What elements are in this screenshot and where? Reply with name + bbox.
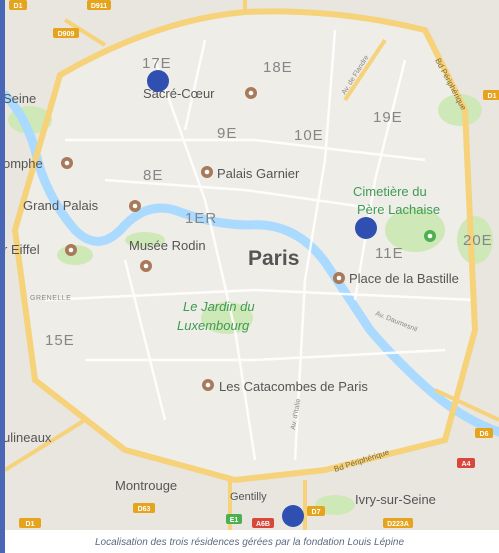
place-label-montrouge: Montrouge [115,478,177,493]
landmark-icon-eiffel [65,244,77,256]
place-label-palais-garnier: Palais Garnier [217,166,300,181]
arrondissement-label: 15E [45,332,75,349]
road-shield-a6b: A6B [252,518,274,528]
place-label-eiffel: r Eiffel [5,242,40,257]
park-label-pere-lachaise-1: Cimetière du [353,184,427,199]
svg-text:D63: D63 [138,506,151,513]
road-shield-d1-left: D1 [19,518,41,528]
arrondissement-label: 20E [463,232,493,249]
arrondissement-label: 18E [263,59,293,76]
svg-text:A6B: A6B [256,521,270,528]
place-label-catacombes: Les Catacombes de Paris [219,379,368,394]
landmark-icon-grand-palais [129,200,141,212]
svg-text:D6: D6 [480,431,489,438]
road-shield-d911: D911 [87,0,111,10]
landmark-icon-sacre-coeur [245,87,257,99]
landmark-icon-musee-rodin [140,260,152,272]
place-label-gentilly: Gentilly [230,491,267,503]
svg-text:D909: D909 [58,31,75,38]
arrondissement-label: 19E [373,109,403,126]
place-label-grand-palais: Grand Palais [23,198,99,213]
road-shield-d63: D63 [133,503,155,513]
arrondissement-label: 10E [294,127,324,144]
landmark-icon-palais-garnier [201,166,213,178]
city-label: Paris [248,247,299,270]
road-shield-d1-right: D1 [483,90,499,100]
map-caption: Localisation des trois résidences gérées… [94,537,405,548]
park-label-jardin-1: Le Jardin du [183,299,255,314]
road-shield-a4: A4 [457,458,475,468]
map-figure: Bd Périphérique Bd Périphérique Av. de F… [0,0,499,553]
arrondissement-label: 1ER [185,210,217,227]
park-label-jardin-2: Luxembourg [177,318,250,333]
place-label-triomphe: omphe [5,156,43,171]
marker-residence-17e[interactable] [147,70,169,92]
svg-text:D223A: D223A [387,521,409,528]
arrondissement-label: 11E [375,245,404,262]
road-shield-d909: D909 [53,28,79,38]
marker-residence-gentilly[interactable] [282,505,304,527]
road-shield-e1: E1 [226,514,242,524]
svg-text:D1: D1 [26,521,35,528]
landmark-icon-triomphe [61,157,73,169]
landmark-icon-catacombes [202,379,214,391]
road-shield-d1: D1 [9,0,27,10]
road-shield-d6: D6 [475,428,493,438]
place-label-bastille: Place de la Bastille [349,271,459,286]
park-icon-pere-lachaise [424,230,436,242]
paris-map[interactable]: Bd Périphérique Bd Périphérique Av. de F… [5,0,499,530]
place-label-moulineaux: ulineaux [5,430,52,445]
road-shield-d223a: D223A [383,518,413,528]
place-label-musee-rodin: Musée Rodin [129,238,206,253]
svg-text:D1: D1 [488,93,497,100]
arrondissement-label: 17E [142,55,172,72]
svg-text:D1: D1 [14,3,23,10]
arrondissement-label: 8E [143,167,163,184]
svg-text:D7: D7 [312,509,321,516]
svg-text:E1: E1 [230,517,239,524]
place-label-ivry: Ivry-sur-Seine [355,492,436,507]
road-shield-d7: D7 [307,506,325,516]
place-label-seine: Seine [5,91,36,106]
landmark-icon-bastille [333,272,345,284]
svg-text:D911: D911 [91,3,107,10]
park-label-pere-lachaise-2: Père Lachaise [357,202,440,217]
place-label-grenelle: GRENELLE [30,295,71,302]
marker-residence-11e[interactable] [355,217,377,239]
arrondissement-label: 9E [217,125,237,142]
svg-text:A4: A4 [462,461,471,468]
